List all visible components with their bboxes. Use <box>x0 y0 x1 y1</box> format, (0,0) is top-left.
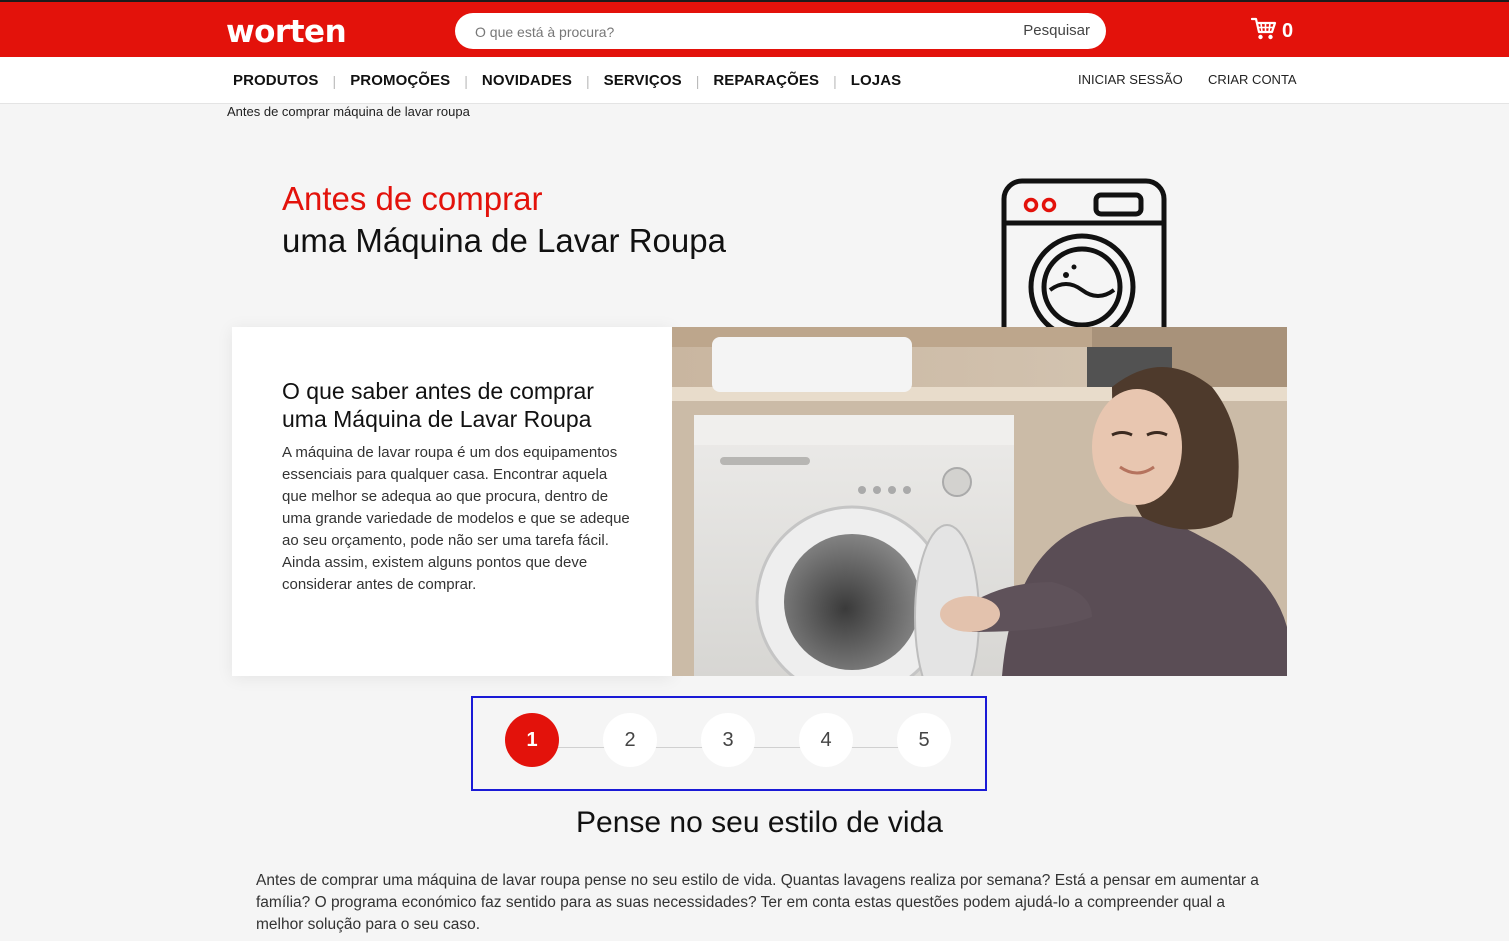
nav-item-produtos[interactable]: PRODUTOS <box>233 72 319 89</box>
top-header-bar: worten Pesquisar 0 <box>0 0 1509 57</box>
nav-item-servicos[interactable]: SERVIÇOS <box>604 72 682 89</box>
cart-icon <box>1250 17 1277 46</box>
woman-washing-machine-photo <box>672 327 1287 676</box>
breadcrumb[interactable]: Antes de comprar máquina de lavar roupa <box>227 104 470 119</box>
worten-logo[interactable]: worten <box>226 14 347 50</box>
nav-item-reparacoes[interactable]: REPARAÇÕES <box>713 72 819 89</box>
nav-item-novidades[interactable]: NOVIDADES <box>482 72 572 89</box>
nav-divider: | <box>833 72 837 89</box>
step-3-button[interactable]: 3 <box>701 713 755 767</box>
main-menu: PRODUTOS | PROMOÇÕES | NOVIDADES | SERVI… <box>233 72 901 89</box>
step-5-button[interactable]: 5 <box>897 713 951 767</box>
nav-divider: | <box>332 72 337 89</box>
intro-title: O que saber antes de comprar uma Máquina… <box>282 378 594 432</box>
step-navigator: 1 2 3 4 5 <box>471 696 987 791</box>
nav-divider: | <box>695 72 700 89</box>
nav-item-lojas[interactable]: LOJAS <box>851 72 902 89</box>
hero-title-highlight: Antes de comprar <box>282 180 543 217</box>
intro-text: A máquina de lavar roupa é um dos equipa… <box>282 444 630 593</box>
intro-card: O que saber antes de comprar uma Máquina… <box>232 327 672 676</box>
step-1-button[interactable]: 1 <box>505 713 559 767</box>
search-button[interactable]: Pesquisar <box>1023 22 1090 39</box>
search-box: Pesquisar <box>455 13 1106 49</box>
step-4-button[interactable]: 4 <box>799 713 853 767</box>
section-text: Antes de comprar uma máquina de lavar ro… <box>256 872 1259 933</box>
washing-machine-icon <box>1000 178 1168 328</box>
search-input[interactable] <box>475 21 995 43</box>
nav-divider: | <box>464 72 468 89</box>
register-link[interactable]: CRIAR CONTA <box>1208 72 1297 87</box>
nav-divider: | <box>586 72 590 89</box>
cart-button[interactable]: 0 <box>1250 17 1294 46</box>
hero-title: uma Máquina de Lavar Roupa <box>282 222 726 259</box>
section-title: Pense no seu estilo de vida <box>576 806 943 839</box>
main-nav-bar: PRODUTOS | PROMOÇÕES | NOVIDADES | SERVI… <box>0 57 1509 104</box>
login-link[interactable]: INICIAR SESSÃO <box>1078 72 1183 87</box>
step-2-button[interactable]: 2 <box>603 713 657 767</box>
nav-item-promocoes[interactable]: PROMOÇÕES <box>350 72 450 89</box>
cart-count: 0 <box>1282 20 1294 42</box>
